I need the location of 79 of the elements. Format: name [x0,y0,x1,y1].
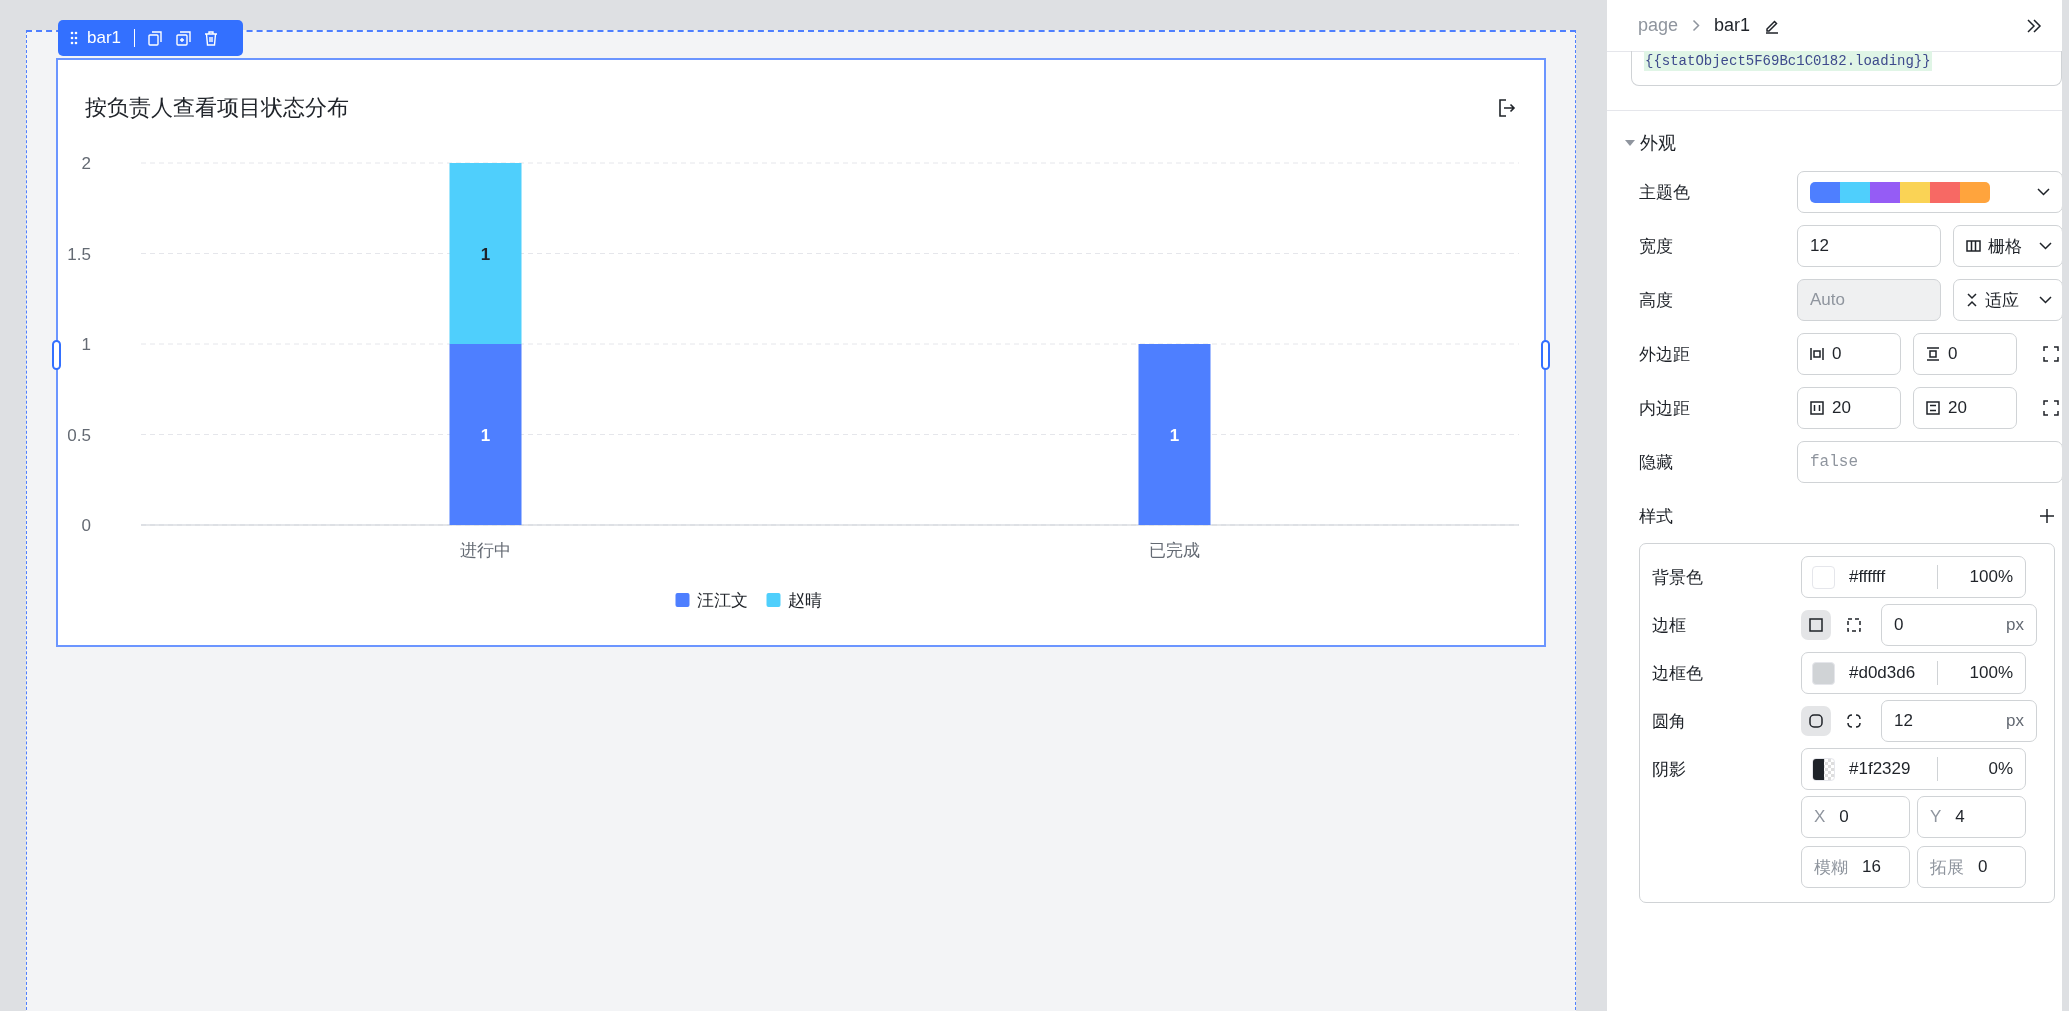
mode-toggle[interactable] [1801,706,1831,736]
columns-icon [1966,240,1981,252]
expand-sides-icon[interactable] [2043,400,2059,416]
data-label: 1 [480,244,491,264]
axis-label: 进行中 [460,541,511,560]
dashed-square-icon [1847,618,1861,632]
axis-label: 1 [81,335,91,354]
code-input[interactable]: false [1797,441,2062,483]
mode-toggle[interactable] [1801,610,1831,640]
property-label: 隐藏 [1639,451,1674,474]
spacing-input[interactable]: 20 [1913,387,2017,429]
horizontal-padding-icon [1810,401,1824,415]
section-title[interactable]: 外观 [1640,131,1676,155]
vertical-padding-icon [1926,401,1940,415]
axis-label: 2 [81,154,91,173]
square-icon [1809,618,1823,632]
width-input[interactable]: 12 [1797,225,1941,267]
resize-handle[interactable] [52,340,61,370]
component-name: bar1 [87,28,122,48]
property-label: 背景色 [1652,566,1704,589]
shadow-input[interactable]: 拓展 0 [1917,846,2026,888]
color-swatch[interactable] [1812,757,1835,781]
breadcrumb-item[interactable]: bar1 [1714,15,1751,36]
legend-label[interactable]: 赵晴 [787,591,822,610]
delete-icon[interactable] [204,30,219,46]
property-label: 高度 [1639,289,1674,312]
spacing-input[interactable]: 20 [1797,387,1901,429]
export-icon[interactable] [1498,99,1516,117]
code-expression: {{statObject5F69Bc1C0182.loading}} [1644,51,1932,71]
property-label: 宽度 [1639,235,1674,258]
property-label: 外边距 [1639,343,1691,366]
resize-handle[interactable] [1541,340,1550,370]
color-field[interactable]: #ffffff 100% [1801,556,2026,598]
code-field[interactable]: {{statObject5F69Bc1C0182.loading}} [1631,51,2062,86]
chevron-right-icon [1692,19,1701,32]
property-label: 主题色 [1639,181,1691,204]
copy-icon[interactable] [148,30,164,46]
chevron-down-icon [2039,242,2052,250]
shadow-input[interactable]: X 0 [1801,796,1910,838]
duplicate-icon[interactable] [176,30,192,46]
legend-label[interactable]: 汪江文 [696,591,748,610]
collapse-panel-icon[interactable] [2026,18,2042,33]
data-label: 1 [480,425,491,445]
shrink-icon [1966,293,1978,307]
drag-handle-icon[interactable] [70,31,78,45]
expand-sides-icon[interactable] [2043,346,2059,362]
vertical-margin-icon [1926,347,1940,361]
chart-title: 按负责人查看项目状态分布 [85,94,349,122]
shadow-input[interactable]: 模糊 16 [1801,846,1910,888]
axis-label: 0.5 [67,425,91,445]
number-field[interactable]: 0 px [1881,604,2037,646]
data-label: 1 [1169,425,1180,445]
property-label: 内边距 [1639,397,1691,420]
horizontal-margin-icon [1810,347,1824,361]
section-title: 样式 [1639,505,1674,528]
caret-icon[interactable] [1625,139,1635,147]
number-field[interactable]: 12 px [1881,700,2037,742]
add-icon[interactable] [2040,509,2054,523]
chevron-down-icon [2037,188,2050,196]
spacing-input[interactable]: 0 [1913,333,2017,375]
color-swatch[interactable] [1812,661,1835,685]
shadow-input[interactable]: Y 4 [1917,796,2026,838]
axis-label: 已完成 [1149,541,1200,560]
property-label: 边框色 [1652,662,1704,685]
axis-label: 0 [81,516,91,535]
corners-icon [1847,714,1861,728]
property-label: 圆角 [1652,710,1687,733]
color-swatch[interactable] [1812,565,1835,589]
theme-color-select[interactable] [1797,171,2062,213]
property-label: 边框 [1652,614,1687,637]
color-field[interactable]: #d0d3d6 100% [1801,652,2026,694]
chevron-down-icon [2039,296,2052,304]
edit-icon[interactable] [1764,17,1781,34]
axis-label: 1.5 [67,244,91,264]
color-field[interactable]: #1f2329 0% [1801,748,2026,790]
spacing-input[interactable]: 0 [1797,333,1901,375]
rounded-square-icon [1809,714,1823,728]
unit-select[interactable]: 栅格 [1953,225,2062,267]
property-label: 阴影 [1652,758,1687,781]
